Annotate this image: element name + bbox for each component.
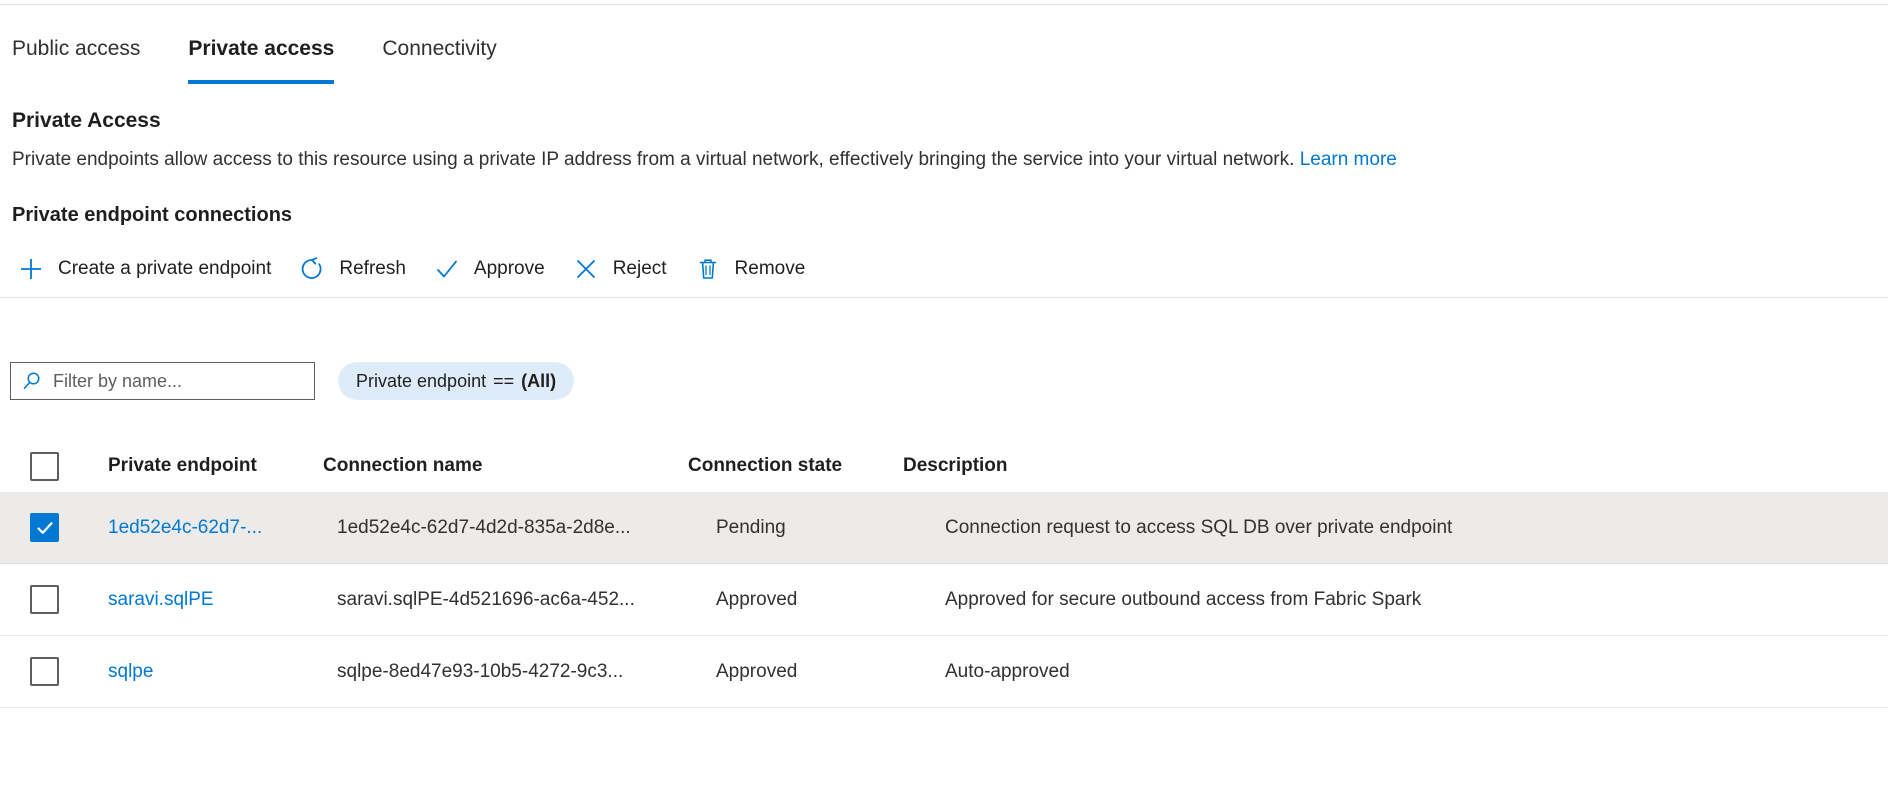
reject-label: Reject bbox=[612, 258, 667, 279]
endpoint-link[interactable]: 1ed52e4c-62d7-... bbox=[108, 517, 262, 538]
approve-button[interactable]: Approve bbox=[428, 249, 559, 289]
refresh-button[interactable]: Refresh bbox=[293, 249, 420, 289]
section-description-text: Private endpoints allow access to this r… bbox=[12, 149, 1300, 170]
filter-bar: Private endpoint == (All) bbox=[10, 362, 575, 400]
refresh-label: Refresh bbox=[339, 258, 406, 279]
row-endpoint-cell: saravi.sqlPE bbox=[108, 589, 337, 611]
filter-pill-operator: == bbox=[493, 370, 515, 391]
tab-public-access-label: Public access bbox=[12, 37, 141, 60]
table-row[interactable]: 1ed52e4c-62d7-... 1ed52e4c-62d7-4d2d-835… bbox=[0, 492, 1888, 564]
section-description: Private endpoints allow access to this r… bbox=[12, 147, 1888, 173]
table-row[interactable]: sqlpe sqlpe-8ed47e93-10b5-4272-9c3... Ap… bbox=[0, 636, 1888, 708]
tab-connectivity-label: Connectivity bbox=[382, 37, 497, 60]
row-connection-name: 1ed52e4c-62d7-4d2d-835a-2d8e... bbox=[337, 516, 631, 538]
top-divider bbox=[0, 4, 1888, 5]
tab-public-access[interactable]: Public access bbox=[0, 26, 164, 84]
row-endpoint-cell: sqlpe bbox=[108, 661, 337, 683]
row-select-cell bbox=[30, 513, 108, 542]
row-checkbox[interactable] bbox=[30, 657, 59, 686]
checkmark-icon bbox=[432, 254, 462, 284]
row-select-cell bbox=[30, 657, 108, 686]
cross-icon bbox=[571, 254, 601, 284]
approve-label: Approve bbox=[473, 258, 545, 279]
row-connection-name: saravi.sqlPE-4d521696-ac6a-452... bbox=[337, 588, 635, 610]
filter-pill-label: Private endpoint bbox=[356, 370, 487, 391]
table-header-row: Private endpoint Connection name Connect… bbox=[0, 440, 1888, 492]
row-description: Approved for secure outbound access from… bbox=[945, 588, 1422, 610]
table-row[interactable]: saravi.sqlPE saravi.sqlPE-4d521696-ac6a-… bbox=[0, 564, 1888, 636]
command-bar: Create a private endpoint Refresh Approv… bbox=[12, 248, 827, 290]
plus-icon bbox=[16, 254, 46, 284]
create-private-endpoint-button[interactable]: Create a private endpoint bbox=[12, 249, 285, 289]
row-description: Connection request to access SQL DB over… bbox=[945, 516, 1453, 538]
row-connection-state: Pending bbox=[716, 516, 786, 538]
tab-connectivity[interactable]: Connectivity bbox=[358, 26, 520, 84]
row-checkbox[interactable] bbox=[30, 585, 59, 614]
endpoint-link[interactable]: saravi.sqlPE bbox=[108, 589, 214, 610]
create-private-endpoint-label: Create a private endpoint bbox=[58, 258, 272, 279]
tab-bar: Public access Private access Connectivit… bbox=[0, 26, 521, 88]
column-header-connection-name[interactable]: Connection name bbox=[323, 455, 688, 477]
search-input[interactable] bbox=[51, 369, 306, 393]
row-select-cell bbox=[30, 585, 108, 614]
tab-private-access-label: Private access bbox=[188, 37, 335, 60]
search-icon bbox=[19, 368, 45, 394]
endpoint-link[interactable]: sqlpe bbox=[108, 661, 153, 682]
remove-label: Remove bbox=[734, 258, 806, 279]
section-subtitle: Private endpoint connections bbox=[12, 204, 293, 226]
tab-private-access[interactable]: Private access bbox=[164, 26, 358, 84]
select-all-checkbox[interactable] bbox=[30, 451, 59, 481]
column-header-private-endpoint[interactable]: Private endpoint bbox=[108, 455, 323, 477]
remove-button[interactable]: Remove bbox=[689, 249, 820, 289]
reject-button[interactable]: Reject bbox=[567, 249, 681, 289]
row-connection-state: Approved bbox=[716, 588, 798, 610]
command-bar-divider bbox=[0, 297, 1888, 298]
private-endpoint-connections-table: Private endpoint Connection name Connect… bbox=[0, 440, 1888, 708]
filter-pill-private-endpoint[interactable]: Private endpoint == (All) bbox=[338, 362, 575, 400]
select-all-cell bbox=[30, 451, 108, 481]
search-box[interactable] bbox=[10, 362, 315, 400]
row-endpoint-cell: 1ed52e4c-62d7-... bbox=[108, 517, 337, 539]
private-access-panel: Public access Private access Connectivit… bbox=[0, 0, 1888, 792]
page-title: Private Access bbox=[12, 109, 161, 132]
filter-pill-value: (All) bbox=[521, 370, 557, 391]
trash-icon bbox=[693, 254, 723, 284]
row-checkbox[interactable] bbox=[30, 513, 59, 542]
learn-more-link[interactable]: Learn more bbox=[1300, 149, 1397, 170]
row-connection-name: sqlpe-8ed47e93-10b5-4272-9c3... bbox=[337, 660, 624, 682]
row-description: Auto-approved bbox=[945, 660, 1070, 682]
tab-active-underline bbox=[188, 80, 335, 84]
column-header-description[interactable]: Description bbox=[903, 455, 1888, 477]
row-connection-state: Approved bbox=[716, 660, 798, 682]
refresh-icon bbox=[297, 254, 327, 284]
column-header-connection-state[interactable]: Connection state bbox=[688, 455, 903, 477]
